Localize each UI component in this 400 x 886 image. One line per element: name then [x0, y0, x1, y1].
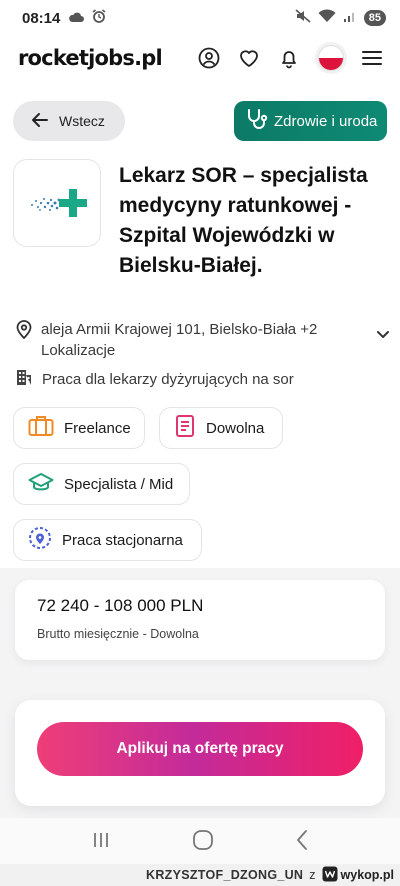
status-time: 08:14 [22, 9, 61, 27]
company-logo [13, 159, 101, 247]
notifications-bell-icon[interactable] [278, 47, 300, 69]
mute-icon [295, 9, 311, 27]
tag-contract-type: Freelance [13, 407, 145, 449]
job-offer-content: Wstecz Zdrowie i uroda Lekarz SOR – spec… [0, 80, 400, 820]
hamburger-menu-icon[interactable] [362, 50, 382, 66]
recent-apps-icon[interactable] [91, 830, 111, 855]
apply-section: Aplikuj na ofertę pracy [0, 688, 400, 820]
status-bar: 08:14 85 [0, 0, 400, 36]
wykop-logo-icon [322, 866, 338, 885]
alarm-icon [92, 9, 106, 27]
tag-workplace-label: Praca stacjonarna [62, 531, 183, 549]
tag-work-type-label: Dowolna [206, 419, 265, 437]
back-button-label: Wstecz [59, 113, 105, 129]
apply-button[interactable]: Aplikuj na ofertę pracy [37, 722, 363, 776]
cloud-icon [68, 10, 85, 27]
user-account-icon[interactable] [198, 47, 220, 69]
briefcase-icon [28, 415, 54, 441]
apply-card: Aplikuj na ofertę pracy [15, 700, 385, 806]
salary-amount: 72 240 - 108 000 PLN [37, 596, 204, 615]
signal-icon [343, 9, 357, 27]
graduation-cap-icon [28, 471, 54, 497]
salary-section: 72 240 - 108 000 PLN Brutto miesięcznie … [0, 568, 400, 688]
category-row: Praca dla lekarzy dyżyrujących na sor [15, 368, 294, 390]
back-nav-icon[interactable] [295, 829, 309, 856]
back-button[interactable]: Wstecz [13, 101, 125, 141]
location-pin-icon [15, 319, 33, 344]
location-target-icon [28, 526, 52, 554]
wifi-icon [318, 9, 336, 27]
tag-workplace: Praca stacjonarna [13, 519, 202, 561]
home-icon[interactable] [192, 829, 214, 856]
tag-contract-label: Freelance [64, 419, 131, 437]
watermark-word: z [309, 868, 316, 882]
watermark-bar: KRZYSZTOF_DZONG_UN z wykop.pl [0, 864, 400, 886]
watermark-site-label: wykop.pl [340, 868, 394, 882]
tag-level-label: Specjalista / Mid [64, 475, 174, 493]
battery-indicator: 85 [363, 10, 386, 26]
category-badge-label: Zdrowie i uroda [274, 112, 378, 130]
salary-note: Brutto miesięcznie - Dowolna [37, 627, 199, 641]
medical-cross-logo-icon [31, 189, 87, 217]
arrow-left-icon [31, 112, 49, 131]
watermark-site: wykop.pl [322, 866, 394, 885]
category-text: Praca dla lekarzy dyżyrujących na sor [42, 370, 294, 388]
salary-card: 72 240 - 108 000 PLN Brutto miesięcznie … [15, 580, 385, 660]
app-header: rocketjobs.pl [0, 36, 400, 80]
chevron-down-icon[interactable] [376, 327, 390, 345]
job-title: Lekarz SOR – specjalista medycyny ratunk… [119, 164, 368, 277]
document-icon [174, 414, 196, 442]
tag-experience-level: Specjalista / Mid [13, 463, 190, 505]
location-row[interactable]: aleja Armii Krajowej 101, Bielsko-Biała … [15, 319, 390, 361]
stethoscope-icon [244, 107, 268, 135]
language-flag-pl-icon[interactable] [318, 45, 344, 71]
system-navigation-bar [0, 818, 400, 866]
site-logo[interactable]: rocketjobs.pl [18, 46, 163, 70]
favorites-heart-icon[interactable] [238, 47, 260, 69]
building-icon [15, 368, 33, 390]
location-text: aleja Armii Krajowej 101, Bielsko-Biała … [41, 321, 318, 359]
watermark-user: KRZYSZTOF_DZONG_UN [146, 868, 304, 882]
tag-work-type: Dowolna [159, 407, 283, 449]
category-badge-button[interactable]: Zdrowie i uroda [234, 101, 387, 141]
